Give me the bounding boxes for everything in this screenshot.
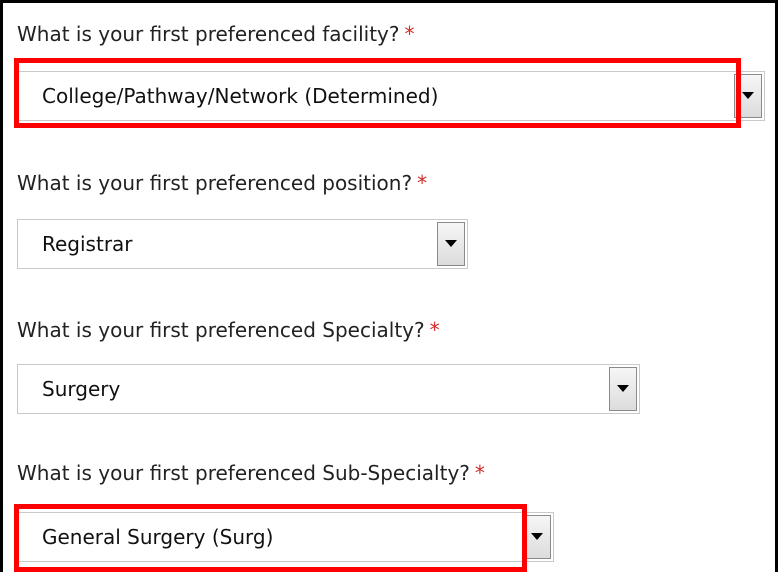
- facility-select[interactable]: College/Pathway/Network (Determined): [17, 71, 765, 121]
- position-question: What is your first preferenced position?…: [17, 171, 427, 195]
- sub-specialty-label: What is your first preferenced Sub-Speci…: [17, 461, 470, 485]
- specialty-label: What is your first preferenced Specialty…: [17, 318, 425, 342]
- required-marker: *: [429, 318, 440, 342]
- required-marker: *: [404, 22, 415, 46]
- sub-specialty-select-value: General Surgery (Surg): [42, 525, 274, 549]
- position-label: What is your first preferenced position?: [17, 171, 413, 195]
- facility-dropdown-button[interactable]: [734, 74, 762, 118]
- chevron-down-icon: [617, 385, 629, 392]
- chevron-down-icon: [531, 533, 543, 540]
- sub-specialty-question: What is your first preferenced Sub-Speci…: [17, 461, 485, 485]
- chevron-down-icon: [445, 240, 457, 247]
- specialty-question: What is your first preferenced Specialty…: [17, 318, 440, 342]
- specialty-select-value: Surgery: [42, 377, 121, 401]
- position-select-value: Registrar: [42, 232, 133, 256]
- required-marker: *: [474, 461, 485, 485]
- chevron-down-icon: [742, 92, 754, 99]
- sub-specialty-select[interactable]: General Surgery (Surg): [17, 512, 554, 562]
- specialty-select[interactable]: Surgery: [17, 364, 640, 414]
- specialty-dropdown-button[interactable]: [609, 367, 637, 411]
- facility-select-value: College/Pathway/Network (Determined): [42, 84, 439, 108]
- facility-question: What is your first preferenced facility?…: [17, 22, 415, 46]
- required-marker: *: [417, 171, 428, 195]
- position-dropdown-button[interactable]: [437, 222, 465, 266]
- position-select[interactable]: Registrar: [17, 219, 468, 269]
- facility-label: What is your first preferenced facility?: [17, 22, 400, 46]
- sub-specialty-dropdown-button[interactable]: [523, 515, 551, 559]
